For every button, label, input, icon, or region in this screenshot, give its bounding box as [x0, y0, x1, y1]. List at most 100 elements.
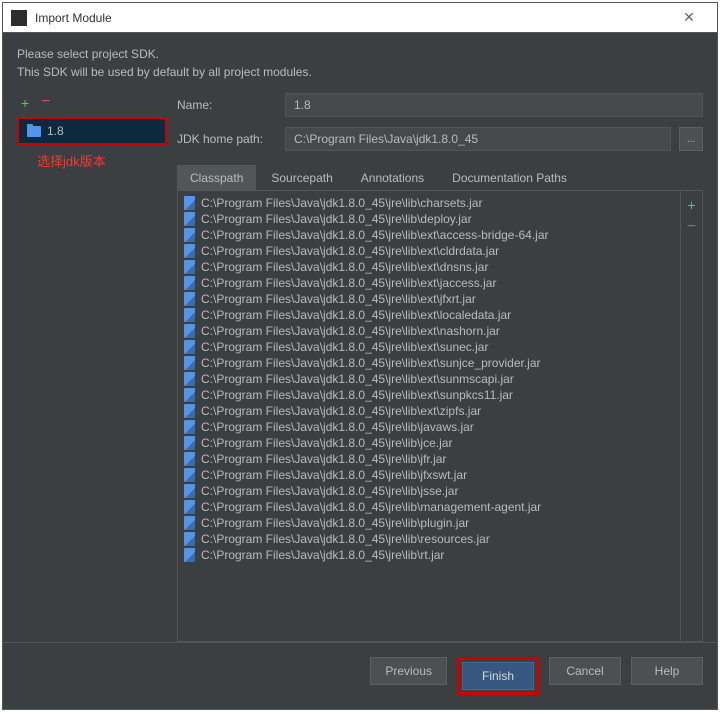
jar-file-icon — [184, 228, 195, 242]
finish-button[interactable]: Finish — [462, 662, 534, 690]
list-item-path: C:\Program Files\Java\jdk1.8.0_45\jre\li… — [201, 404, 481, 418]
list-item[interactable]: C:\Program Files\Java\jdk1.8.0_45\jre\li… — [180, 515, 678, 531]
list-item[interactable]: C:\Program Files\Java\jdk1.8.0_45\jre\li… — [180, 291, 678, 307]
list-item-path: C:\Program Files\Java\jdk1.8.0_45\jre\li… — [201, 468, 467, 482]
jar-file-icon — [184, 372, 195, 386]
list-item-path: C:\Program Files\Java\jdk1.8.0_45\jre\li… — [201, 228, 548, 242]
list-item[interactable]: C:\Program Files\Java\jdk1.8.0_45\jre\li… — [180, 531, 678, 547]
previous-button[interactable]: Previous — [370, 657, 447, 685]
help-button[interactable]: Help — [631, 657, 703, 685]
jar-file-icon — [184, 484, 195, 498]
list-item[interactable]: C:\Program Files\Java\jdk1.8.0_45\jre\li… — [180, 435, 678, 451]
list-item[interactable]: C:\Program Files\Java\jdk1.8.0_45\jre\li… — [180, 451, 678, 467]
list-item-path: C:\Program Files\Java\jdk1.8.0_45\jre\li… — [201, 292, 476, 306]
classpath-list-container: C:\Program Files\Java\jdk1.8.0_45\jre\li… — [177, 191, 703, 642]
instruction-line-1: Please select project SDK. — [17, 45, 703, 63]
tabs: Classpath Sourcepath Annotations Documen… — [177, 165, 703, 191]
jar-file-icon — [184, 436, 195, 450]
list-item-path: C:\Program Files\Java\jdk1.8.0_45\jre\li… — [201, 484, 458, 498]
sdk-item-18[interactable]: 1.8 — [17, 117, 167, 145]
list-item[interactable]: C:\Program Files\Java\jdk1.8.0_45\jre\li… — [180, 275, 678, 291]
list-item[interactable]: C:\Program Files\Java\jdk1.8.0_45\jre\li… — [180, 307, 678, 323]
list-item-path: C:\Program Files\Java\jdk1.8.0_45\jre\li… — [201, 356, 541, 370]
titlebar: Import Module ✕ — [3, 3, 717, 33]
list-item-path: C:\Program Files\Java\jdk1.8.0_45\jre\li… — [201, 308, 511, 322]
list-item-path: C:\Program Files\Java\jdk1.8.0_45\jre\li… — [201, 196, 482, 210]
jar-file-icon — [184, 292, 195, 306]
home-path-label: JDK home path: — [177, 132, 277, 146]
jar-file-icon — [184, 500, 195, 514]
list-item-path: C:\Program Files\Java\jdk1.8.0_45\jre\li… — [201, 500, 541, 514]
list-item-path: C:\Program Files\Java\jdk1.8.0_45\jre\li… — [201, 388, 513, 402]
list-item-path: C:\Program Files\Java\jdk1.8.0_45\jre\li… — [201, 516, 469, 530]
list-item-path: C:\Program Files\Java\jdk1.8.0_45\jre\li… — [201, 260, 488, 274]
list-item[interactable]: C:\Program Files\Java\jdk1.8.0_45\jre\li… — [180, 371, 678, 387]
jar-file-icon — [184, 468, 195, 482]
annotation-text: 选择jdk版本 — [17, 151, 167, 170]
list-item[interactable]: C:\Program Files\Java\jdk1.8.0_45\jre\li… — [180, 467, 678, 483]
list-item[interactable]: C:\Program Files\Java\jdk1.8.0_45\jre\li… — [180, 339, 678, 355]
list-item[interactable]: C:\Program Files\Java\jdk1.8.0_45\jre\li… — [180, 259, 678, 275]
list-item[interactable]: C:\Program Files\Java\jdk1.8.0_45\jre\li… — [180, 211, 678, 227]
remove-classpath-icon[interactable]: − — [687, 221, 696, 233]
instructions: Please select project SDK. This SDK will… — [17, 45, 703, 81]
file-list[interactable]: C:\Program Files\Java\jdk1.8.0_45\jre\li… — [178, 191, 680, 641]
add-sdk-icon[interactable]: + — [21, 95, 29, 111]
tab-annotations[interactable]: Annotations — [348, 165, 437, 190]
close-icon[interactable]: ✕ — [669, 9, 709, 26]
list-item[interactable]: C:\Program Files\Java\jdk1.8.0_45\jre\li… — [180, 243, 678, 259]
list-toolbar: + − — [680, 191, 702, 641]
name-input[interactable] — [285, 93, 703, 117]
footer: Previous Finish Cancel Help — [3, 642, 717, 709]
list-item[interactable]: C:\Program Files\Java\jdk1.8.0_45\jre\li… — [180, 419, 678, 435]
name-row: Name: — [177, 93, 703, 117]
list-item[interactable]: C:\Program Files\Java\jdk1.8.0_45\jre\li… — [180, 227, 678, 243]
jar-file-icon — [184, 516, 195, 530]
list-item-path: C:\Program Files\Java\jdk1.8.0_45\jre\li… — [201, 548, 444, 562]
list-item[interactable]: C:\Program Files\Java\jdk1.8.0_45\jre\li… — [180, 483, 678, 499]
tab-classpath[interactable]: Classpath — [177, 165, 256, 190]
list-item-path: C:\Program Files\Java\jdk1.8.0_45\jre\li… — [201, 532, 490, 546]
jar-file-icon — [184, 356, 195, 370]
sidebar-toolbar: + − — [17, 93, 167, 117]
list-item[interactable]: C:\Program Files\Java\jdk1.8.0_45\jre\li… — [180, 195, 678, 211]
folder-icon — [27, 126, 41, 137]
jar-file-icon — [184, 452, 195, 466]
app-icon — [11, 10, 27, 26]
jar-file-icon — [184, 308, 195, 322]
list-item-path: C:\Program Files\Java\jdk1.8.0_45\jre\li… — [201, 324, 500, 338]
jar-file-icon — [184, 244, 195, 258]
list-item-path: C:\Program Files\Java\jdk1.8.0_45\jre\li… — [201, 420, 474, 434]
jar-file-icon — [184, 324, 195, 338]
list-item-path: C:\Program Files\Java\jdk1.8.0_45\jre\li… — [201, 452, 446, 466]
instruction-line-2: This SDK will be used by default by all … — [17, 63, 703, 81]
right-pane: Name: JDK home path: ... Classpath Sourc… — [177, 93, 703, 642]
list-item-path: C:\Program Files\Java\jdk1.8.0_45\jre\li… — [201, 436, 452, 450]
list-item[interactable]: C:\Program Files\Java\jdk1.8.0_45\jre\li… — [180, 499, 678, 515]
list-item[interactable]: C:\Program Files\Java\jdk1.8.0_45\jre\li… — [180, 403, 678, 419]
sdk-sidebar: + − 1.8 选择jdk版本 — [17, 93, 167, 642]
main-area: + − 1.8 选择jdk版本 Name: JDK home path: . — [17, 93, 703, 642]
jar-file-icon — [184, 420, 195, 434]
jar-file-icon — [184, 548, 195, 562]
browse-button[interactable]: ... — [679, 127, 703, 151]
list-item[interactable]: C:\Program Files\Java\jdk1.8.0_45\jre\li… — [180, 387, 678, 403]
list-item-path: C:\Program Files\Java\jdk1.8.0_45\jre\li… — [201, 212, 472, 226]
sdk-item-label: 1.8 — [47, 124, 64, 138]
content-area: Please select project SDK. This SDK will… — [3, 33, 717, 642]
home-path-input[interactable] — [285, 127, 671, 151]
tab-documentation-paths[interactable]: Documentation Paths — [439, 165, 580, 190]
list-item[interactable]: C:\Program Files\Java\jdk1.8.0_45\jre\li… — [180, 547, 678, 563]
list-item-path: C:\Program Files\Java\jdk1.8.0_45\jre\li… — [201, 372, 514, 386]
list-item[interactable]: C:\Program Files\Java\jdk1.8.0_45\jre\li… — [180, 355, 678, 371]
jar-file-icon — [184, 340, 195, 354]
cancel-button[interactable]: Cancel — [549, 657, 621, 685]
add-classpath-icon[interactable]: + — [687, 197, 695, 213]
jar-file-icon — [184, 404, 195, 418]
name-label: Name: — [177, 98, 277, 112]
tab-sourcepath[interactable]: Sourcepath — [258, 165, 345, 190]
remove-sdk-icon[interactable]: − — [41, 95, 50, 111]
jar-file-icon — [184, 388, 195, 402]
jar-file-icon — [184, 212, 195, 226]
list-item[interactable]: C:\Program Files\Java\jdk1.8.0_45\jre\li… — [180, 323, 678, 339]
